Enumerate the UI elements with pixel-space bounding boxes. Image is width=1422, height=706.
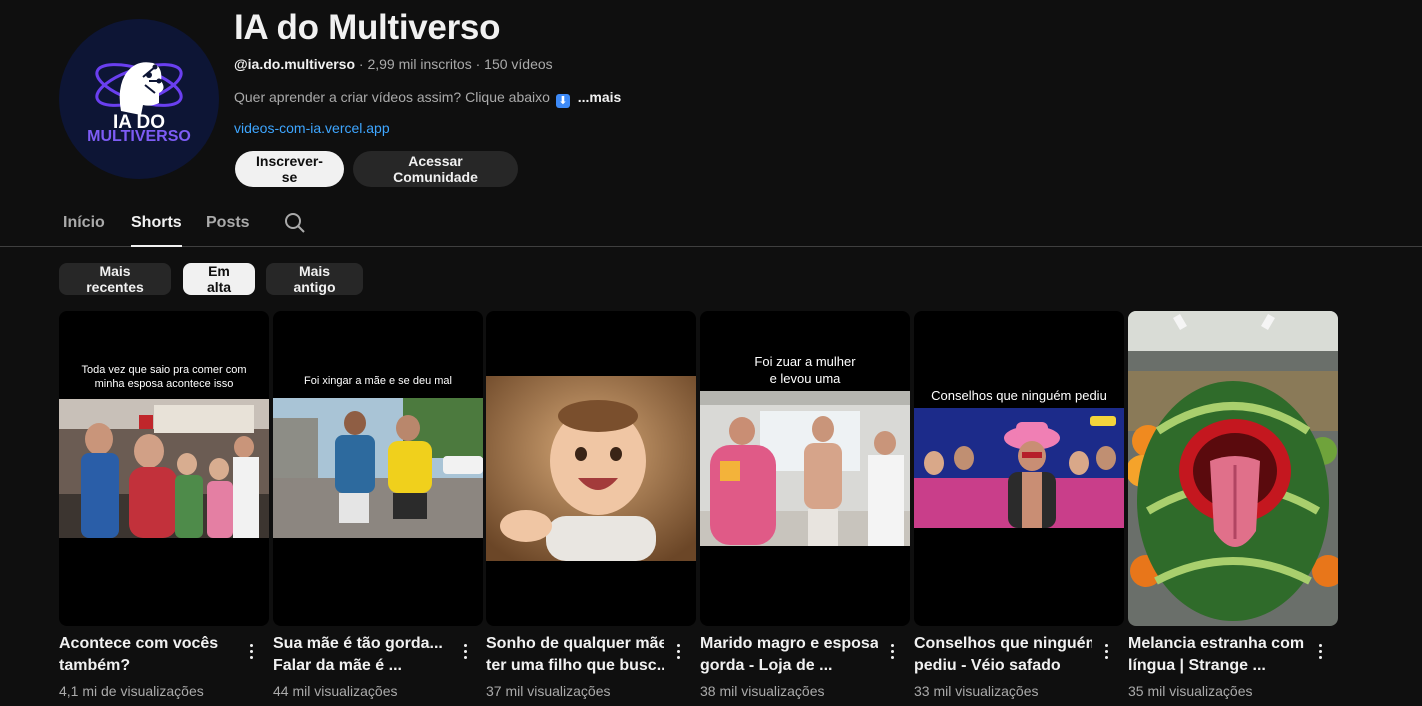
more-options-icon[interactable] [1098, 641, 1114, 665]
thumbnail-caption: Conselhos que ninguém pediu [931, 388, 1107, 403]
channel-stats: · 2,99 mil inscritos · 150 vídeos [355, 56, 553, 72]
channel-description[interactable]: Quer aprender a criar vídeos assim? Cliq… [234, 89, 621, 108]
view-count: 35 mil visualizações [1128, 683, 1253, 699]
view-count: 37 mil visualizações [486, 683, 611, 699]
description-text: Quer aprender a criar vídeos assim? Cliq… [234, 89, 550, 105]
channel-external-link[interactable]: videos-com-ia.vercel.app [234, 120, 390, 136]
short-card: Sonho de qualquer mãe ter uma filho que … [486, 311, 696, 699]
view-count: 33 mil visualizações [914, 683, 1039, 699]
short-card: Melancia estranha com língua | Strange .… [1128, 311, 1338, 699]
short-title[interactable]: Conselhos que ninguém pediu - Véio safad… [914, 633, 1092, 677]
short-thumbnail[interactable]: Foi xingar a mãe e se deu mal [273, 311, 483, 626]
short-thumbnail[interactable]: Conselhos que ninguém pediu [914, 311, 1124, 626]
short-card: Foi xingar a mãe e se deu mal Sua mãe é … [273, 311, 483, 699]
channel-handle: @ia.do.multiverso [234, 56, 356, 72]
channel-search-icon[interactable] [284, 212, 306, 234]
thumbnail-image [486, 376, 696, 561]
tab-home[interactable]: Início [63, 214, 105, 247]
logo-line2: MULTIVERSO [87, 128, 191, 145]
short-thumbnail[interactable] [486, 311, 696, 626]
thumbnail-image [700, 391, 910, 546]
title-line: gorda - Loja de ... [700, 657, 833, 674]
thumbnail-caption: Toda vez que saio pra comer com minha es… [81, 364, 247, 390]
title-line: Conselhos que ninguém [914, 635, 1092, 652]
short-title[interactable]: Melancia estranha com língua | Strange .… [1128, 633, 1306, 677]
title-line: ter uma filho que busc... [486, 657, 664, 674]
short-title[interactable]: Marido magro e esposa gorda - Loja de ..… [700, 633, 878, 677]
more-options-icon[interactable] [1312, 641, 1328, 665]
more-options-icon[interactable] [243, 641, 259, 665]
chip-most-recent[interactable]: Mais recentes [59, 263, 171, 295]
more-options-icon[interactable] [457, 641, 473, 665]
channel-name: IA do Multiverso [234, 8, 501, 47]
chip-popular[interactable]: Em alta [183, 263, 255, 295]
thumbnail-caption: Foi zuar a mulher e levou uma [754, 354, 856, 386]
short-title[interactable]: Sua mãe é tão gorda... Falar da mãe é ..… [273, 633, 451, 677]
channel-avatar[interactable]: IA DO MULTIVERSO [59, 19, 219, 179]
short-card: Toda vez que saio pra comer com minha es… [59, 311, 269, 699]
title-line: também? [59, 657, 131, 674]
subscribe-button[interactable]: Inscrever-se [235, 151, 344, 187]
short-thumbnail[interactable]: Foi zuar a mulher e levou uma [700, 311, 910, 626]
short-thumbnail[interactable]: Toda vez que saio pra comer com minha es… [59, 311, 269, 626]
chip-oldest[interactable]: Mais antigo [266, 263, 363, 295]
title-line: Marido magro e esposa [700, 635, 878, 652]
title-line: Melancia estranha com [1128, 635, 1305, 652]
channel-meta: @ia.do.multiverso · 2,99 mil inscritos ·… [234, 56, 553, 72]
more-options-icon[interactable] [884, 641, 900, 665]
more-link[interactable]: ...mais [578, 89, 622, 105]
community-button[interactable]: Acessar Comunidade [353, 151, 518, 187]
thumbnail-image [914, 408, 1124, 528]
title-line: pediu - Véio safado [914, 657, 1061, 674]
channel-tabs: Início Shorts Posts [0, 200, 1422, 247]
view-count: 44 mil visualizações [273, 683, 398, 699]
thumbnail-image [1128, 311, 1338, 626]
down-arrow-icon: ⬇ [555, 94, 570, 108]
title-line: Falar da mãe é ... [273, 657, 402, 674]
short-card: Conselhos que ninguém pediu Conselhos qu… [914, 311, 1124, 699]
title-line: Sua mãe é tão gorda... [273, 635, 443, 652]
title-line: Acontece com vocês [59, 635, 219, 652]
channel-page: IA DO MULTIVERSO IA do Multiverso @ia.do… [0, 0, 1422, 706]
tab-posts[interactable]: Posts [206, 214, 250, 247]
channel-logo: IA DO MULTIVERSO [87, 62, 191, 145]
title-line: língua | Strange ... [1128, 657, 1266, 674]
short-title[interactable]: Acontece com vocês também? [59, 633, 237, 677]
view-count: 38 mil visualizações [700, 683, 825, 699]
thumbnail-image [59, 399, 269, 538]
view-count: 4,1 mi de visualizações [59, 683, 204, 699]
more-options-icon[interactable] [670, 641, 686, 665]
short-title[interactable]: Sonho de qualquer mãe ter uma filho que … [486, 633, 664, 677]
thumbnail-caption: Foi xingar a mãe e se deu mal [304, 375, 452, 387]
short-thumbnail[interactable] [1128, 311, 1338, 626]
tab-shorts[interactable]: Shorts [131, 214, 182, 247]
title-line: Sonho de qualquer mãe [486, 635, 664, 652]
thumbnail-image [273, 398, 483, 538]
short-card: Foi zuar a mulher e levou uma Marido mag… [700, 311, 910, 699]
